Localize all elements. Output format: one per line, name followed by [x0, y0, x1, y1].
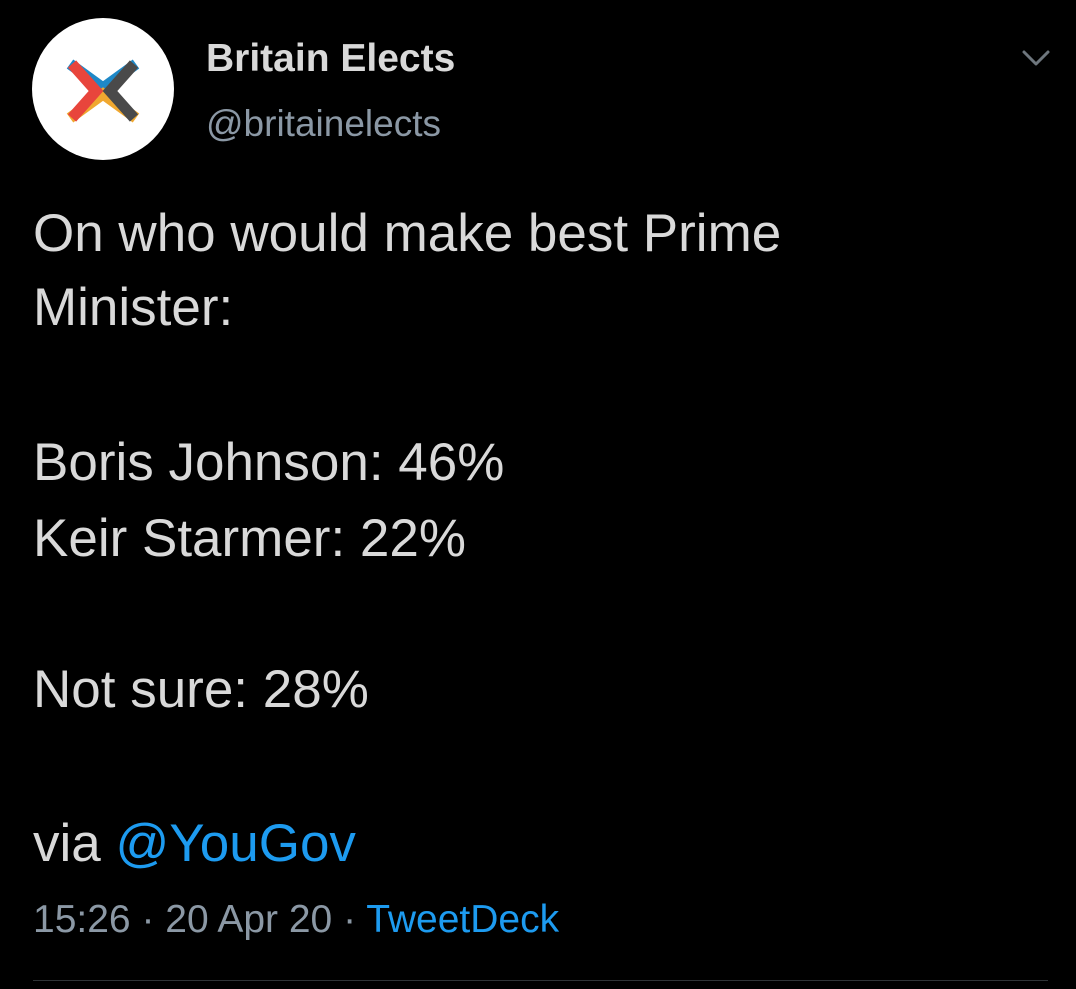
- author-handle[interactable]: @britainelects: [206, 102, 441, 146]
- tweet-date[interactable]: 20 Apr 20: [165, 898, 332, 941]
- author-name[interactable]: Britain Elects: [206, 36, 455, 82]
- tweet-via-line: via @YouGov: [33, 807, 1043, 881]
- tweet-menu-button[interactable]: [1016, 44, 1056, 72]
- tweet: Britain Elects @britainelects On who wou…: [0, 0, 1076, 989]
- via-text: via: [33, 814, 116, 873]
- tweet-text-line: Minister:: [33, 278, 234, 337]
- meta-separator: ·: [332, 898, 367, 941]
- tweet-time[interactable]: 15:26: [33, 898, 131, 941]
- source-app-link[interactable]: TweetDeck: [366, 898, 559, 941]
- tweet-text-line: Not sure: 28%: [33, 660, 369, 719]
- tweet-text-line: Boris Johnson: 46%: [33, 433, 505, 492]
- divider: [33, 980, 1048, 981]
- meta-separator: ·: [130, 898, 166, 941]
- britain-elects-logo-icon: [66, 59, 140, 123]
- chevron-down-icon: [1022, 50, 1050, 66]
- avatar[interactable]: [32, 18, 174, 160]
- mention-link[interactable]: @YouGov: [115, 814, 355, 873]
- tweet-meta: 15:26 · 20 Apr 20 · TweetDeck: [33, 895, 559, 945]
- tweet-text-line: Keir Starmer: 22%: [33, 509, 466, 568]
- tweet-text-line: On who would make best Prime: [33, 204, 782, 263]
